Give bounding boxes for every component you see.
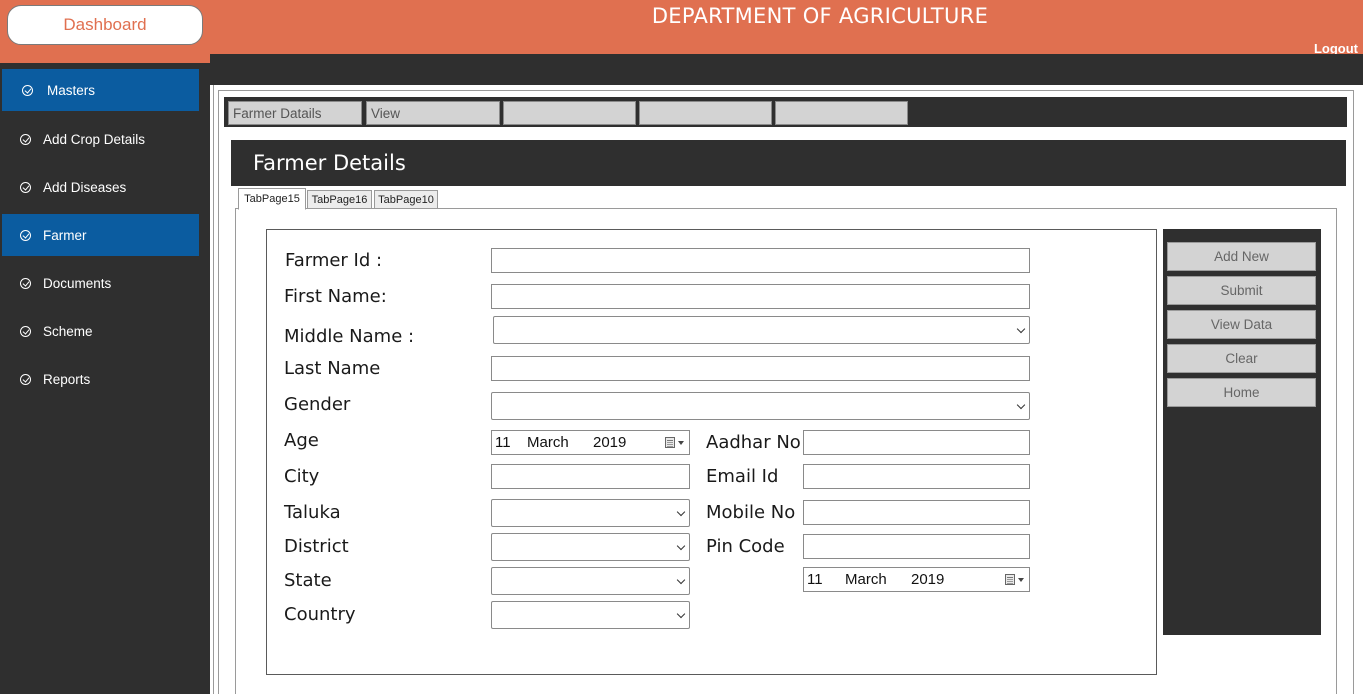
app-title: DEPARTMENT OF AGRICULTURE [651,4,989,28]
add-new-button[interactable]: Add New [1167,242,1316,271]
check-circle-icon [20,181,31,193]
sidebar-item-label: Masters [47,82,96,98]
tab-empty-3[interactable] [503,101,636,125]
tab-farmer-details[interactable]: Farmer Datails [228,101,362,125]
middle-name-label: Middle Name : [284,326,415,347]
city-label: City [284,466,320,487]
extra-date-month: March [845,571,887,588]
main-toolbar [210,54,1363,85]
mobile-no-input[interactable] [803,500,1030,525]
gender-select[interactable] [491,392,1030,420]
last-name-input[interactable] [491,356,1030,381]
district-label: District [284,536,349,557]
sidebar-item-masters[interactable]: Masters [2,69,199,111]
tab-view[interactable]: View [366,101,500,125]
email-id-label: Email Id [706,466,779,487]
sidebar-item-label: Reports [43,371,91,387]
sidebar-item-label: Add Crop Details [43,131,146,147]
check-circle-icon [20,325,31,337]
last-name-label: Last Name [284,358,381,379]
sidebar-item-label: Add Diseases [43,179,127,195]
clear-button[interactable]: Clear [1167,344,1316,373]
taluka-label: Taluka [284,502,341,523]
mobile-no-label: Mobile No [706,502,796,523]
first-name-label: First Name: [284,286,387,307]
pin-code-input[interactable] [803,534,1030,559]
sidebar-item-farmer[interactable]: Farmer [2,214,199,256]
first-name-input[interactable] [491,284,1030,309]
aadhar-no-label: Aadhar No [706,432,801,453]
subtab-tabpage10[interactable]: TabPage10 [374,190,438,209]
farmer-id-input[interactable] [491,248,1030,273]
extra-date-day: 11 [807,571,823,588]
extra-date-year: 2019 [911,571,945,588]
tab-empty-4[interactable] [639,101,772,125]
pin-code-label: Pin Code [706,536,785,557]
view-data-button[interactable]: View Data [1167,310,1316,339]
city-input[interactable] [491,464,690,489]
sidebar-item-add-diseases[interactable]: Add Diseases [2,166,199,208]
sidebar-item-label: Documents [43,275,112,291]
chevron-down-icon [1016,400,1026,410]
chevron-down-icon [676,575,686,585]
farmer-id-label: Farmer Id : [285,250,383,271]
check-circle-icon [20,133,31,145]
taluka-select[interactable] [491,499,690,527]
age-year: 2019 [593,434,627,451]
subtab-tabpage16[interactable]: TabPage16 [307,190,372,209]
age-date-picker[interactable]: 11 March 2019 [491,430,690,455]
subtab-tabpage15[interactable]: TabPage15 [238,188,306,210]
middle-name-select[interactable] [493,316,1030,344]
sidebar-item-documents[interactable]: Documents [2,262,199,304]
check-circle-icon [20,277,31,289]
country-select[interactable] [491,601,690,629]
secondary-date-picker[interactable]: 11 March 2019 [803,567,1030,592]
check-circle-icon [20,229,31,241]
sidebar-item-label: Farmer [43,227,87,243]
sidebar-top-strip [0,54,210,63]
sidebar-item-label: Scheme [43,323,93,339]
submit-button[interactable]: Submit [1167,276,1316,305]
check-circle-icon [20,373,31,385]
aadhar-no-input[interactable] [803,430,1030,455]
dashboard-button[interactable]: Dashboard [7,5,203,45]
chevron-down-icon [1016,324,1026,334]
gender-label: Gender [284,394,351,415]
age-label: Age [284,430,319,451]
chevron-down-icon [676,609,686,619]
email-id-input[interactable] [803,464,1030,489]
chevron-down-icon [676,541,686,551]
sidebar-item-scheme[interactable]: Scheme [2,310,199,352]
tab-empty-5[interactable] [775,101,908,125]
state-label: State [284,570,332,591]
age-month: March [527,434,569,451]
sidebar-item-add-crop-details[interactable]: Add Crop Details [2,118,199,160]
check-circle-icon [22,84,33,96]
age-day: 11 [495,434,511,451]
state-select[interactable] [491,567,690,595]
section-title: Farmer Details [231,140,1346,186]
calendar-dropdown-icon[interactable] [665,437,684,449]
country-label: Country [284,604,356,625]
sidebar-item-reports[interactable]: Reports [2,358,199,400]
district-select[interactable] [491,533,690,561]
home-button[interactable]: Home [1167,378,1316,407]
calendar-dropdown-icon[interactable] [1005,574,1024,586]
chevron-down-icon [676,507,686,517]
